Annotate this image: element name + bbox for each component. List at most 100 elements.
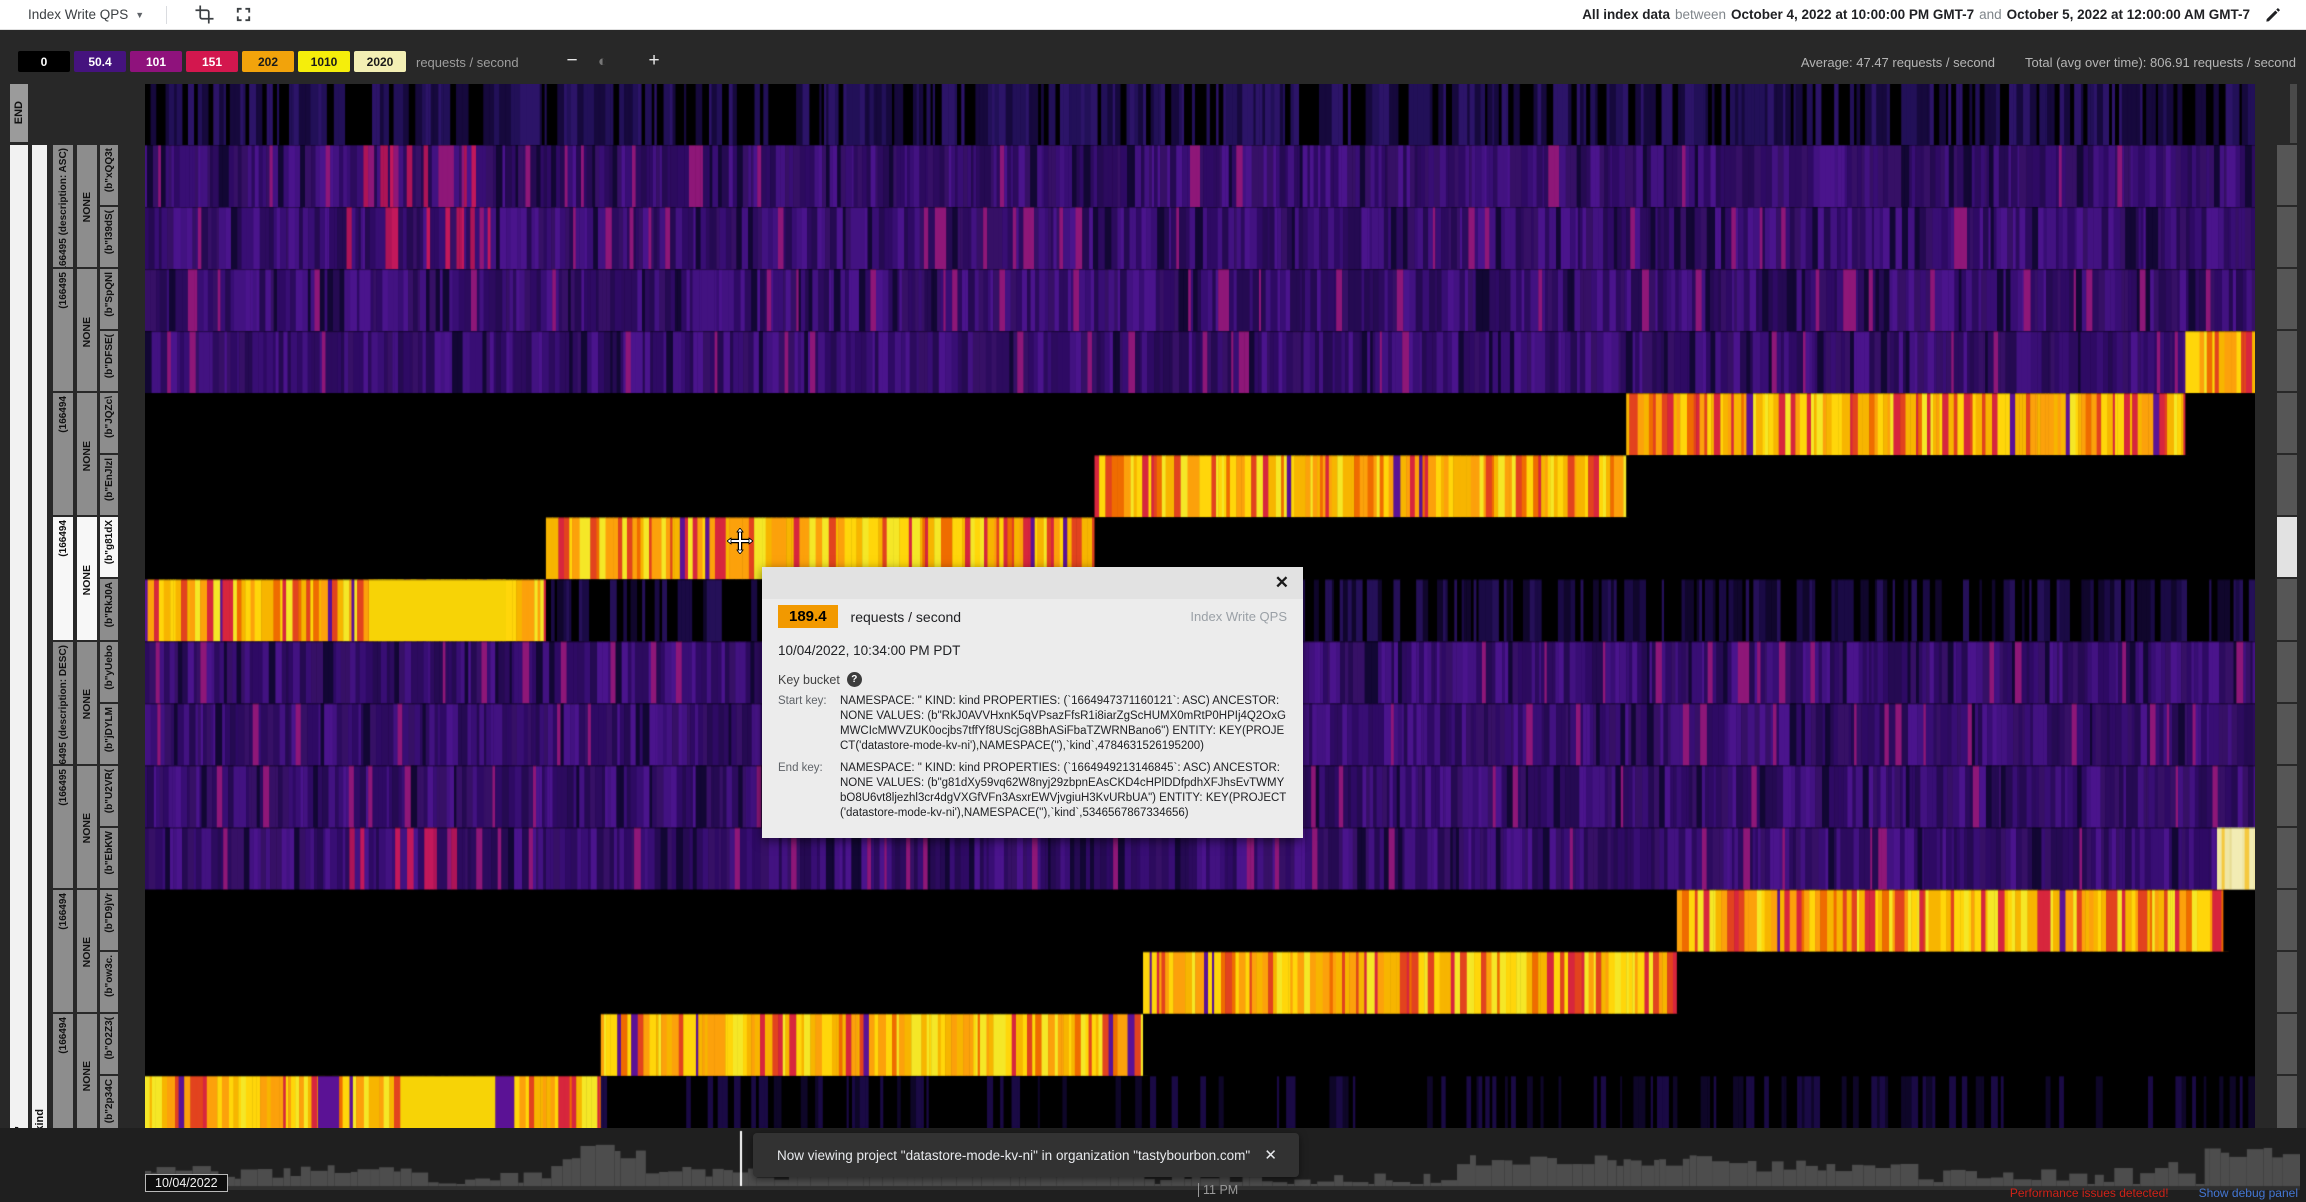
- ancestor-group-4[interactable]: NONE: [77, 642, 97, 764]
- tooltip-header: ✕: [762, 567, 1303, 599]
- zoom-in-button[interactable]: +: [638, 48, 670, 74]
- index-group-2[interactable]: (166494: [53, 393, 73, 515]
- color-scale-legend: 050.410115120210102020: [18, 51, 406, 72]
- ancestor-group-label: NONE: [81, 562, 93, 595]
- pencil-icon: [2265, 6, 2282, 23]
- zoom-out-button[interactable]: −: [556, 48, 588, 74]
- index-group-6[interactable]: (166494: [53, 890, 73, 1012]
- range-end: October 5, 2022 at 12:00:00 AM GMT-7: [2007, 7, 2250, 22]
- tooltip-timestamp: 10/04/2022, 10:34:00 PM PDT: [778, 643, 1287, 658]
- fullscreen-button[interactable]: [224, 0, 263, 30]
- legend-bar: 050.410115120210102020 requests / second…: [0, 30, 2306, 84]
- key-row-14[interactable]: (b"O2Z3(: [100, 1014, 118, 1074]
- performance-warning: Performance issues detected!: [2010, 1186, 2169, 1200]
- ancestor-group-2[interactable]: NONE: [77, 393, 97, 515]
- help-icon[interactable]: ?: [847, 672, 862, 687]
- crop-icon: [195, 5, 214, 24]
- contrast-icon[interactable]: ◐: [598, 53, 607, 70]
- key-row-0[interactable]: (b"xQQ3t: [100, 145, 118, 205]
- scrollbar-segment-13[interactable]: [2277, 952, 2297, 1012]
- scrollbar-segment-14[interactable]: [2277, 1014, 2297, 1074]
- key-row-5[interactable]: (b"EnJIzl: [100, 455, 118, 515]
- index-group-label: (166495: [58, 766, 69, 806]
- key-row-3[interactable]: (b"DFSE(: [100, 331, 118, 391]
- ancestor-group-7[interactable]: NONE: [77, 1014, 97, 1136]
- key-row-4[interactable]: (b"JQZc\: [100, 393, 118, 453]
- timeline-date-label: 10/04/2022: [145, 1174, 228, 1192]
- key-visualizer-app: Index Write QPS ▼ All index data betw: [0, 0, 2306, 1202]
- scrollbar-segment-1[interactable]: [2277, 207, 2297, 267]
- close-icon[interactable]: ✕: [1275, 573, 1289, 593]
- tooltip-metric-name: Index Write QPS: [1190, 609, 1287, 624]
- key-row-6[interactable]: (b"g81dX: [100, 517, 118, 577]
- key-row-label: (b"SpQNl: [104, 269, 115, 317]
- index-group-1[interactable]: (166495: [53, 269, 73, 391]
- key-row-2[interactable]: (b"SpQNl: [100, 269, 118, 329]
- legend-chip-2: 101: [130, 51, 182, 72]
- scrollbar-segment-6[interactable]: [2277, 517, 2297, 577]
- scrollbar-segment-4[interactable]: [2277, 393, 2297, 453]
- key-row-label: (b"O2Z3(: [104, 1014, 115, 1060]
- qps-unit: requests / second: [851, 609, 962, 625]
- scrollbar-segment-11[interactable]: [2277, 828, 2297, 888]
- key-bucket-title: Key bucket: [778, 673, 840, 687]
- key-row-label: (b"U2VR(: [104, 766, 115, 813]
- key-row-8[interactable]: (b"yUebo: [100, 642, 118, 702]
- key-row-label: (b"g81dX: [104, 517, 115, 564]
- key-row-label: (b"jDYLM: [104, 704, 115, 752]
- toast-message: Now viewing project "datastore-mode-kv-n…: [753, 1148, 1250, 1163]
- show-debug-panel-link[interactable]: Show debug panel: [2199, 1186, 2298, 1200]
- end-key-value: NAMESPACE: " KIND: kind PROPERTIES: (`16…: [840, 761, 1287, 821]
- scrollbar-segment-3[interactable]: [2277, 331, 2297, 391]
- scrollbar-segment-9[interactable]: [2277, 704, 2297, 764]
- index-group-0[interactable]: (166495 (description: ASC): [53, 145, 73, 267]
- key-row-11[interactable]: (b"EbKW: [100, 828, 118, 888]
- ancestor-group-0[interactable]: NONE: [77, 145, 97, 267]
- scrollbar-segment-7[interactable]: [2277, 579, 2297, 639]
- key-row-13[interactable]: (b"ow3c.: [100, 952, 118, 1012]
- index-group-label: (166494: [58, 1014, 69, 1054]
- legend-chip-6: 2020: [354, 51, 406, 72]
- key-row-12[interactable]: (b"D9jVr: [100, 890, 118, 950]
- chevron-down-icon: ▼: [135, 10, 144, 20]
- edit-range-button[interactable]: [2255, 0, 2292, 30]
- scrollbar-segment-2[interactable]: [2277, 269, 2297, 329]
- key-row-label: (b"D9jVr: [104, 890, 115, 933]
- ancestor-group-6[interactable]: NONE: [77, 890, 97, 1012]
- key-row-label: (b"2p34C: [104, 1076, 115, 1123]
- summary-stats: Average: 47.47 requests / second Total (…: [1801, 55, 2296, 70]
- range-and-word: and: [1979, 7, 2002, 22]
- ancestor-group-3[interactable]: NONE: [77, 517, 97, 639]
- key-row-9[interactable]: (b"jDYLM: [100, 704, 118, 764]
- ancestor-group-5[interactable]: NONE: [77, 766, 97, 888]
- scrollbar-segment-15[interactable]: [2277, 1076, 2297, 1136]
- scrollbar-segment-12[interactable]: [2277, 890, 2297, 950]
- metric-selector[interactable]: Index Write QPS ▼: [28, 7, 144, 22]
- ancestor-group-1[interactable]: NONE: [77, 269, 97, 391]
- header-divider: [166, 6, 167, 24]
- index-group-5[interactable]: (166495: [53, 766, 73, 888]
- scrollbar-segment-10[interactable]: [2277, 766, 2297, 826]
- crop-button[interactable]: [185, 0, 224, 30]
- scrollbar-segment-8[interactable]: [2277, 642, 2297, 702]
- start-key-label: Start key:: [778, 694, 840, 754]
- app-header: Index Write QPS ▼ All index data betw: [0, 0, 2306, 30]
- key-row-10[interactable]: (b"U2VR(: [100, 766, 118, 826]
- legend-unit: requests / second: [416, 55, 519, 70]
- timeline-hour-tick: 11 PM: [1198, 1183, 1238, 1197]
- key-row-label: (b"EbKW: [104, 828, 115, 875]
- index-group-4[interactable]: (166495 (description: DESC): [53, 642, 73, 764]
- index-group-7[interactable]: (166494: [53, 1014, 73, 1136]
- key-row-1[interactable]: (b"l39dS(: [100, 207, 118, 267]
- scrollbar-segment-5[interactable]: [2277, 455, 2297, 515]
- scrollbar-segment-0[interactable]: [2277, 145, 2297, 205]
- ancestor-group-label: NONE: [81, 810, 93, 843]
- index-group-label: (166494: [58, 393, 69, 433]
- ancestor-group-label: NONE: [81, 314, 93, 347]
- toast-close-icon[interactable]: ✕: [1264, 1146, 1299, 1164]
- index-group-label: (166495 (description: DESC): [58, 642, 69, 764]
- key-row-15[interactable]: (b"2p34C: [100, 1076, 118, 1136]
- kind-rail: kind: [32, 145, 47, 1138]
- key-row-7[interactable]: (b"RkJ0A: [100, 579, 118, 639]
- index-group-3[interactable]: (166494: [53, 517, 73, 639]
